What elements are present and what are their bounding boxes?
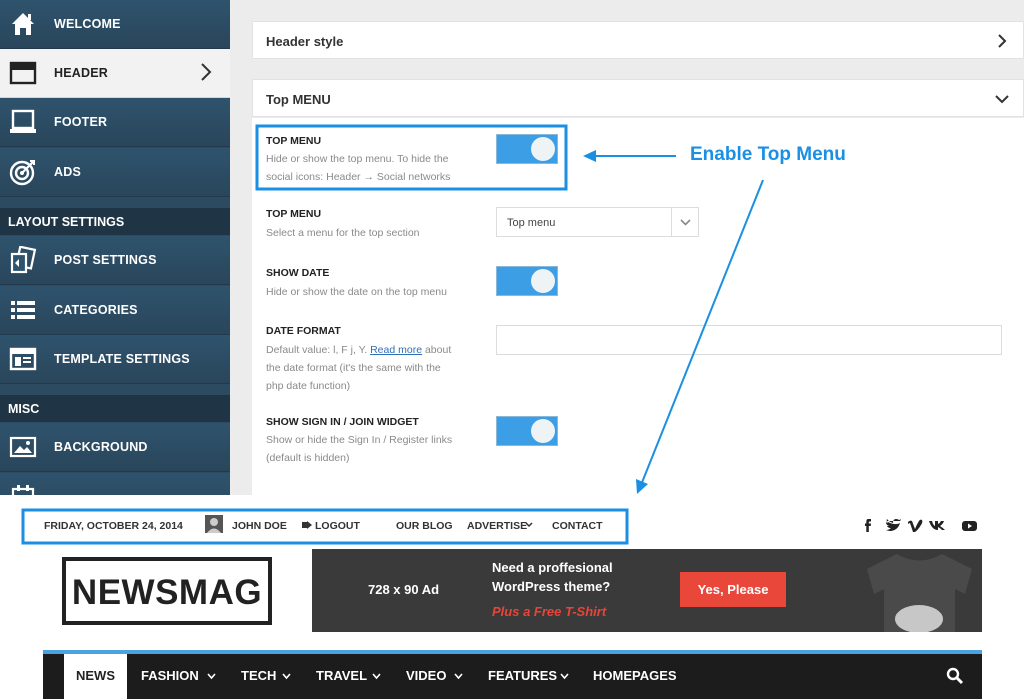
arrowhead-left-icon xyxy=(583,150,596,162)
callout-overlay xyxy=(21,124,764,545)
callout-arrow-down xyxy=(640,179,764,486)
highlight-box-top-menu-option xyxy=(255,124,568,191)
highlight-box-top-bar xyxy=(21,508,629,545)
callout-label: Enable Top Menu xyxy=(690,144,846,165)
screenshot-stage: WELCOME HEADER FOOTER ADS LAYOUT SETTING… xyxy=(0,0,1024,699)
